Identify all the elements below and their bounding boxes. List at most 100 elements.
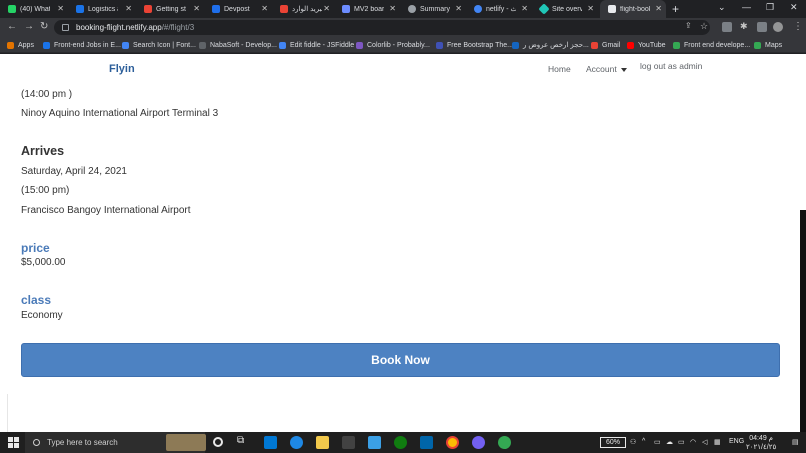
bookmark-item[interactable]: Front-end Jobs in E... (43, 40, 121, 50)
site-icon (76, 5, 84, 13)
bookmark-maps[interactable]: Maps (754, 40, 782, 50)
keyboard-icon[interactable]: ▦ (714, 438, 721, 446)
bookmark-gmail[interactable]: Gmail (591, 40, 620, 50)
google-icon (474, 5, 482, 13)
mail-icon[interactable] (264, 436, 277, 449)
bookmark-item[interactable]: Free Bootstrap The... (436, 40, 513, 50)
battery-indicator[interactable]: 60% (600, 437, 626, 448)
site-logo[interactable]: Flyin (109, 63, 135, 75)
reload-icon[interactable]: ↻ (40, 21, 48, 32)
site-navbar: Flyin Home Account log out as admin (0, 54, 800, 84)
menu-kebab-icon[interactable]: ⋮ (793, 21, 803, 32)
browser-tab[interactable]: Getting sta ✕ (136, 0, 204, 18)
book-now-button[interactable]: Book Now (21, 343, 780, 377)
gmail-icon (591, 41, 598, 49)
volume-icon[interactable]: ◁ (702, 438, 707, 446)
bookmark-favicon-icon (122, 41, 129, 49)
windows-start-icon[interactable] (8, 437, 19, 448)
notifications-icon[interactable]: ▤ (792, 438, 799, 446)
bookmark-favicon-icon (199, 41, 206, 49)
close-tab-icon[interactable]: ✕ (323, 4, 330, 13)
close-tab-icon[interactable]: ✕ (389, 4, 396, 13)
browser-tab-active[interactable]: flight-book ✕ (600, 0, 666, 18)
minimize-icon[interactable]: — (742, 2, 751, 12)
bookmark-item[interactable]: NabaSoft - Develop... (199, 40, 277, 50)
browser-tab[interactable]: Site overvie ✕ (532, 0, 598, 18)
close-tab-icon[interactable]: ✕ (655, 4, 662, 13)
share-icon[interactable]: ⇪ (685, 21, 692, 30)
divider (7, 394, 8, 432)
scrollbar-thumb[interactable] (800, 210, 806, 432)
forward-icon[interactable]: → (24, 21, 34, 32)
gmail-icon (144, 5, 152, 13)
edge-icon[interactable] (290, 436, 303, 449)
bookmark-apps[interactable]: Apps (7, 40, 34, 50)
bookmark-favicon-icon (356, 41, 363, 49)
bookmark-star-icon[interactable]: ☆ (700, 21, 708, 32)
extension-icon[interactable] (722, 22, 732, 32)
close-tab-icon[interactable]: ✕ (521, 4, 528, 13)
store-icon[interactable] (342, 436, 355, 449)
browser-tab[interactable]: netlify - بحث ✕ (466, 0, 532, 18)
back-icon[interactable]: ← (7, 21, 17, 32)
system-clock[interactable]: 04:49 م ٢٠٢١/٤/٢٥ (746, 434, 776, 452)
whatsapp-icon (8, 5, 16, 13)
language-indicator[interactable]: ENG (729, 438, 744, 445)
vscode-icon[interactable] (420, 436, 433, 449)
wifi-icon[interactable]: ◠ (690, 438, 696, 446)
extensions-puzzle-icon[interactable]: ✱ (740, 21, 748, 32)
bookmark-favicon-icon (512, 41, 519, 49)
cloud-icon[interactable]: ☁ (666, 438, 673, 446)
tray-chevron-up-icon[interactable]: ^ (642, 438, 645, 445)
apps-grid-icon (7, 41, 14, 49)
close-tab-icon[interactable]: ✕ (125, 4, 132, 13)
browser-tab[interactable]: (40) Whats ✕ (0, 0, 68, 18)
search-highlight-image[interactable] (166, 434, 206, 451)
battery-icon[interactable]: ▭ (678, 438, 685, 446)
browser-tab[interactable]: Logistics an ✕ (68, 0, 136, 18)
bookmark-favicon-icon (673, 41, 680, 49)
app-l-icon[interactable] (368, 436, 381, 449)
close-tab-icon[interactable]: ✕ (261, 4, 268, 13)
xbox-icon[interactable] (394, 436, 407, 449)
nav-home-link[interactable]: Home (548, 64, 571, 74)
bookmark-item[interactable]: Search Icon | Font... (122, 40, 196, 50)
browser-tab[interactable]: MV2 board ✕ (334, 0, 400, 18)
url-path: /#/flight/3 (161, 23, 195, 32)
profile-avatar[interactable] (773, 22, 783, 32)
slack-icon[interactable] (498, 436, 511, 449)
bookmark-item[interactable]: Colorlib - Probably... (356, 40, 430, 50)
devpost-icon (212, 5, 220, 13)
viber-icon[interactable] (472, 436, 485, 449)
nav-account-dropdown[interactable]: Account (586, 64, 627, 74)
class-value: Economy (21, 310, 63, 321)
bookmark-favicon-icon (436, 41, 443, 49)
browser-tab[interactable]: البريد الوارد ✕ (272, 0, 334, 18)
new-tab-icon[interactable]: + (672, 2, 679, 16)
close-tab-icon[interactable]: ✕ (193, 4, 200, 13)
close-tab-icon[interactable]: ✕ (455, 4, 462, 13)
task-view-icon[interactable]: ⧉ (237, 435, 250, 448)
bookmark-item[interactable]: حجز ارخص عروض ر... (512, 40, 589, 50)
close-tab-icon[interactable]: ✕ (57, 4, 64, 13)
tab-search-icon[interactable]: ⌄ (718, 2, 726, 13)
cortana-icon[interactable] (213, 437, 223, 447)
address-bar[interactable]: booking-flight.netlify.app/#/flight/3 (54, 20, 710, 35)
close-window-icon[interactable]: ✕ (790, 2, 798, 13)
bookmark-item[interactable]: Edit fiddle - JSFiddle (279, 40, 354, 50)
network-icon[interactable]: ▭ (654, 438, 661, 446)
maximize-icon[interactable]: ❐ (766, 2, 774, 13)
file-explorer-icon[interactable] (316, 436, 329, 449)
browser-tab[interactable]: Devpost ✕ (204, 0, 272, 18)
sidebar-icon[interactable] (757, 22, 767, 32)
logout-link[interactable]: log out as admin (640, 61, 702, 71)
people-icon[interactable]: ⚇ (630, 438, 636, 446)
chrome-icon[interactable] (446, 436, 459, 449)
caret-down-icon (620, 67, 627, 72)
bookmark-youtube[interactable]: YouTube (627, 40, 666, 50)
browser-tab[interactable]: Summary ✕ (400, 0, 466, 18)
bookmark-item[interactable]: Front end develope... (673, 40, 750, 50)
close-tab-icon[interactable]: ✕ (587, 4, 594, 13)
departure-airport: Ninoy Aquino International Airport Termi… (21, 108, 219, 119)
youtube-icon (627, 41, 634, 49)
